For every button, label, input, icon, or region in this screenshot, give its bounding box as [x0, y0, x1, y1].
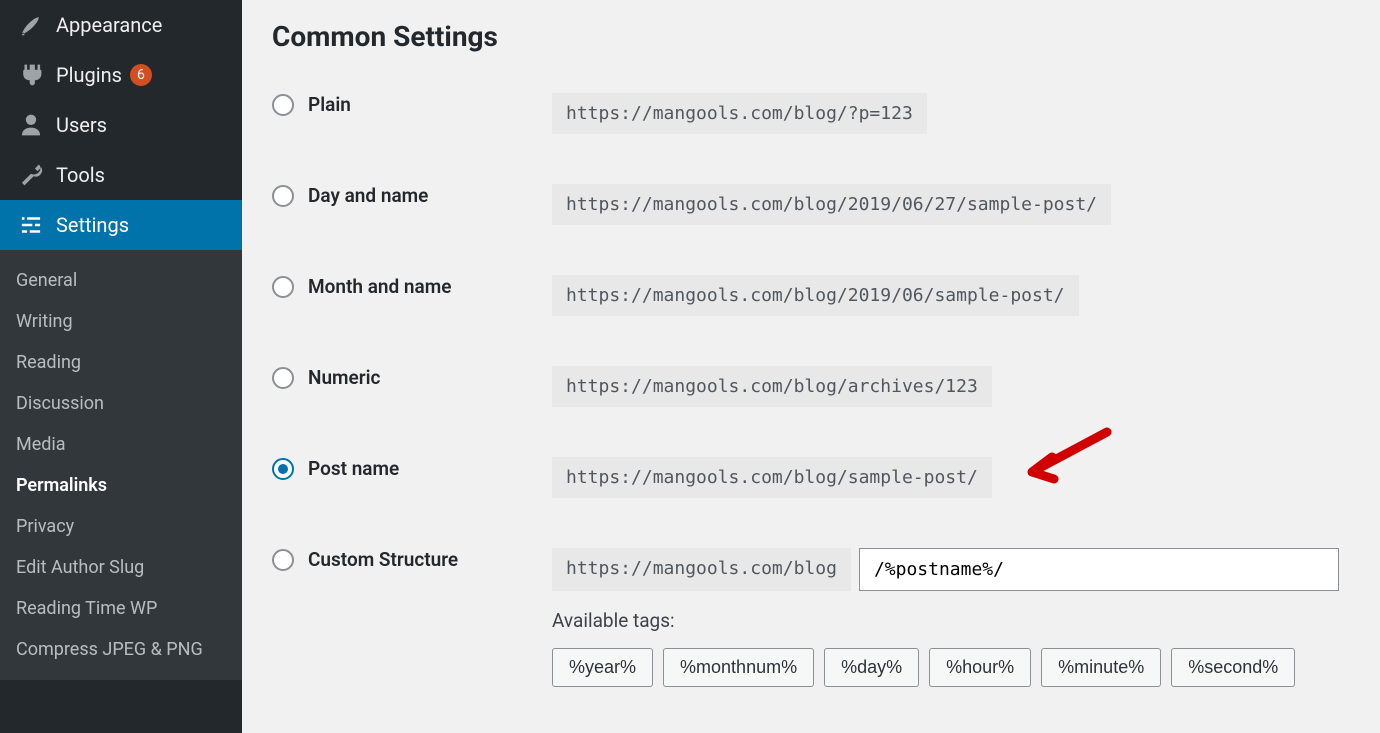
radio-numeric[interactable] [272, 367, 294, 389]
wrench-icon [16, 162, 46, 188]
option-label-dayname[interactable]: Day and name [272, 184, 552, 207]
settings-submenu: General Writing Reading Discussion Media… [0, 250, 242, 680]
menu-label: Tools [56, 163, 105, 187]
option-label-monthname[interactable]: Month and name [272, 275, 552, 298]
menu-plugins[interactable]: Plugins 6 [0, 50, 242, 100]
menu-tools[interactable]: Tools [0, 150, 242, 200]
tag-monthnum[interactable]: %monthnum% [663, 648, 814, 687]
sub-edit-author-slug[interactable]: Edit Author Slug [0, 547, 242, 588]
option-label-numeric[interactable]: Numeric [272, 366, 552, 389]
option-label-custom[interactable]: Custom Structure [272, 548, 552, 571]
option-row-numeric: Numeric https://mangools.com/blog/archiv… [272, 366, 1350, 407]
tag-minute[interactable]: %minute% [1041, 648, 1161, 687]
option-text-plain: Plain [308, 93, 351, 116]
menu-appearance[interactable]: Appearance [0, 0, 242, 50]
plugins-update-badge: 6 [130, 64, 152, 86]
tag-second[interactable]: %second% [1171, 648, 1295, 687]
menu-label: Plugins [56, 63, 122, 87]
admin-sidebar: Appearance Plugins 6 Users Tools Setting… [0, 0, 242, 733]
sub-reading[interactable]: Reading [0, 342, 242, 383]
radio-custom[interactable] [272, 549, 294, 571]
option-row-dayname: Day and name https://mangools.com/blog/2… [272, 184, 1350, 225]
menu-users[interactable]: Users [0, 100, 242, 150]
sub-general[interactable]: General [0, 260, 242, 301]
radio-plain[interactable] [272, 94, 294, 116]
user-icon [16, 112, 46, 138]
option-text-numeric: Numeric [308, 366, 380, 389]
option-text-postname: Post name [308, 457, 399, 480]
radio-monthname[interactable] [272, 276, 294, 298]
url-preview-dayname: https://mangools.com/blog/2019/06/27/sam… [552, 184, 1111, 225]
main-content: Common Settings Plain https://mangools.c… [242, 0, 1380, 733]
tag-hour[interactable]: %hour% [929, 648, 1031, 687]
sub-privacy[interactable]: Privacy [0, 506, 242, 547]
option-label-plain[interactable]: Plain [272, 93, 552, 116]
url-preview-plain: https://mangools.com/blog/?p=123 [552, 93, 927, 134]
sub-permalinks[interactable]: Permalinks [0, 465, 242, 506]
available-tags-label: Available tags: [552, 609, 1339, 632]
sub-reading-time-wp[interactable]: Reading Time WP [0, 588, 242, 629]
menu-label: Settings [56, 213, 129, 237]
menu-settings[interactable]: Settings [0, 200, 242, 250]
tag-year[interactable]: %year% [552, 648, 653, 687]
url-preview-postname: https://mangools.com/blog/sample-post/ [552, 457, 992, 498]
menu-label: Users [56, 113, 107, 137]
tag-buttons-row: %year% %monthnum% %day% %hour% %minute% … [552, 648, 1339, 687]
option-row-plain: Plain https://mangools.com/blog/?p=123 [272, 93, 1350, 134]
sub-writing[interactable]: Writing [0, 301, 242, 342]
url-preview-numeric: https://mangools.com/blog/archives/123 [552, 366, 992, 407]
sub-compress-jpeg-png[interactable]: Compress JPEG & PNG [0, 629, 242, 670]
plug-icon [16, 62, 46, 88]
custom-base-url: https://mangools.com/blog [552, 548, 851, 591]
option-label-postname[interactable]: Post name [272, 457, 552, 480]
sub-discussion[interactable]: Discussion [0, 383, 242, 424]
url-preview-monthname: https://mangools.com/blog/2019/06/sample… [552, 275, 1079, 316]
brush-icon [16, 12, 46, 38]
radio-dayname[interactable] [272, 185, 294, 207]
page-heading: Common Settings [272, 20, 1350, 53]
sliders-icon [16, 212, 46, 238]
menu-label: Appearance [56, 13, 162, 37]
annotation-arrow-icon [1012, 427, 1112, 487]
option-row-custom: Custom Structure https://mangools.com/bl… [272, 548, 1350, 687]
sub-media[interactable]: Media [0, 424, 242, 465]
option-text-monthname: Month and name [308, 275, 451, 298]
option-text-dayname: Day and name [308, 184, 428, 207]
option-row-postname: Post name https://mangools.com/blog/samp… [272, 457, 1350, 498]
radio-postname[interactable] [272, 458, 294, 480]
option-row-monthname: Month and name https://mangools.com/blog… [272, 275, 1350, 316]
custom-structure-input[interactable] [859, 548, 1339, 591]
option-text-custom: Custom Structure [308, 548, 458, 571]
tag-day[interactable]: %day% [824, 648, 919, 687]
